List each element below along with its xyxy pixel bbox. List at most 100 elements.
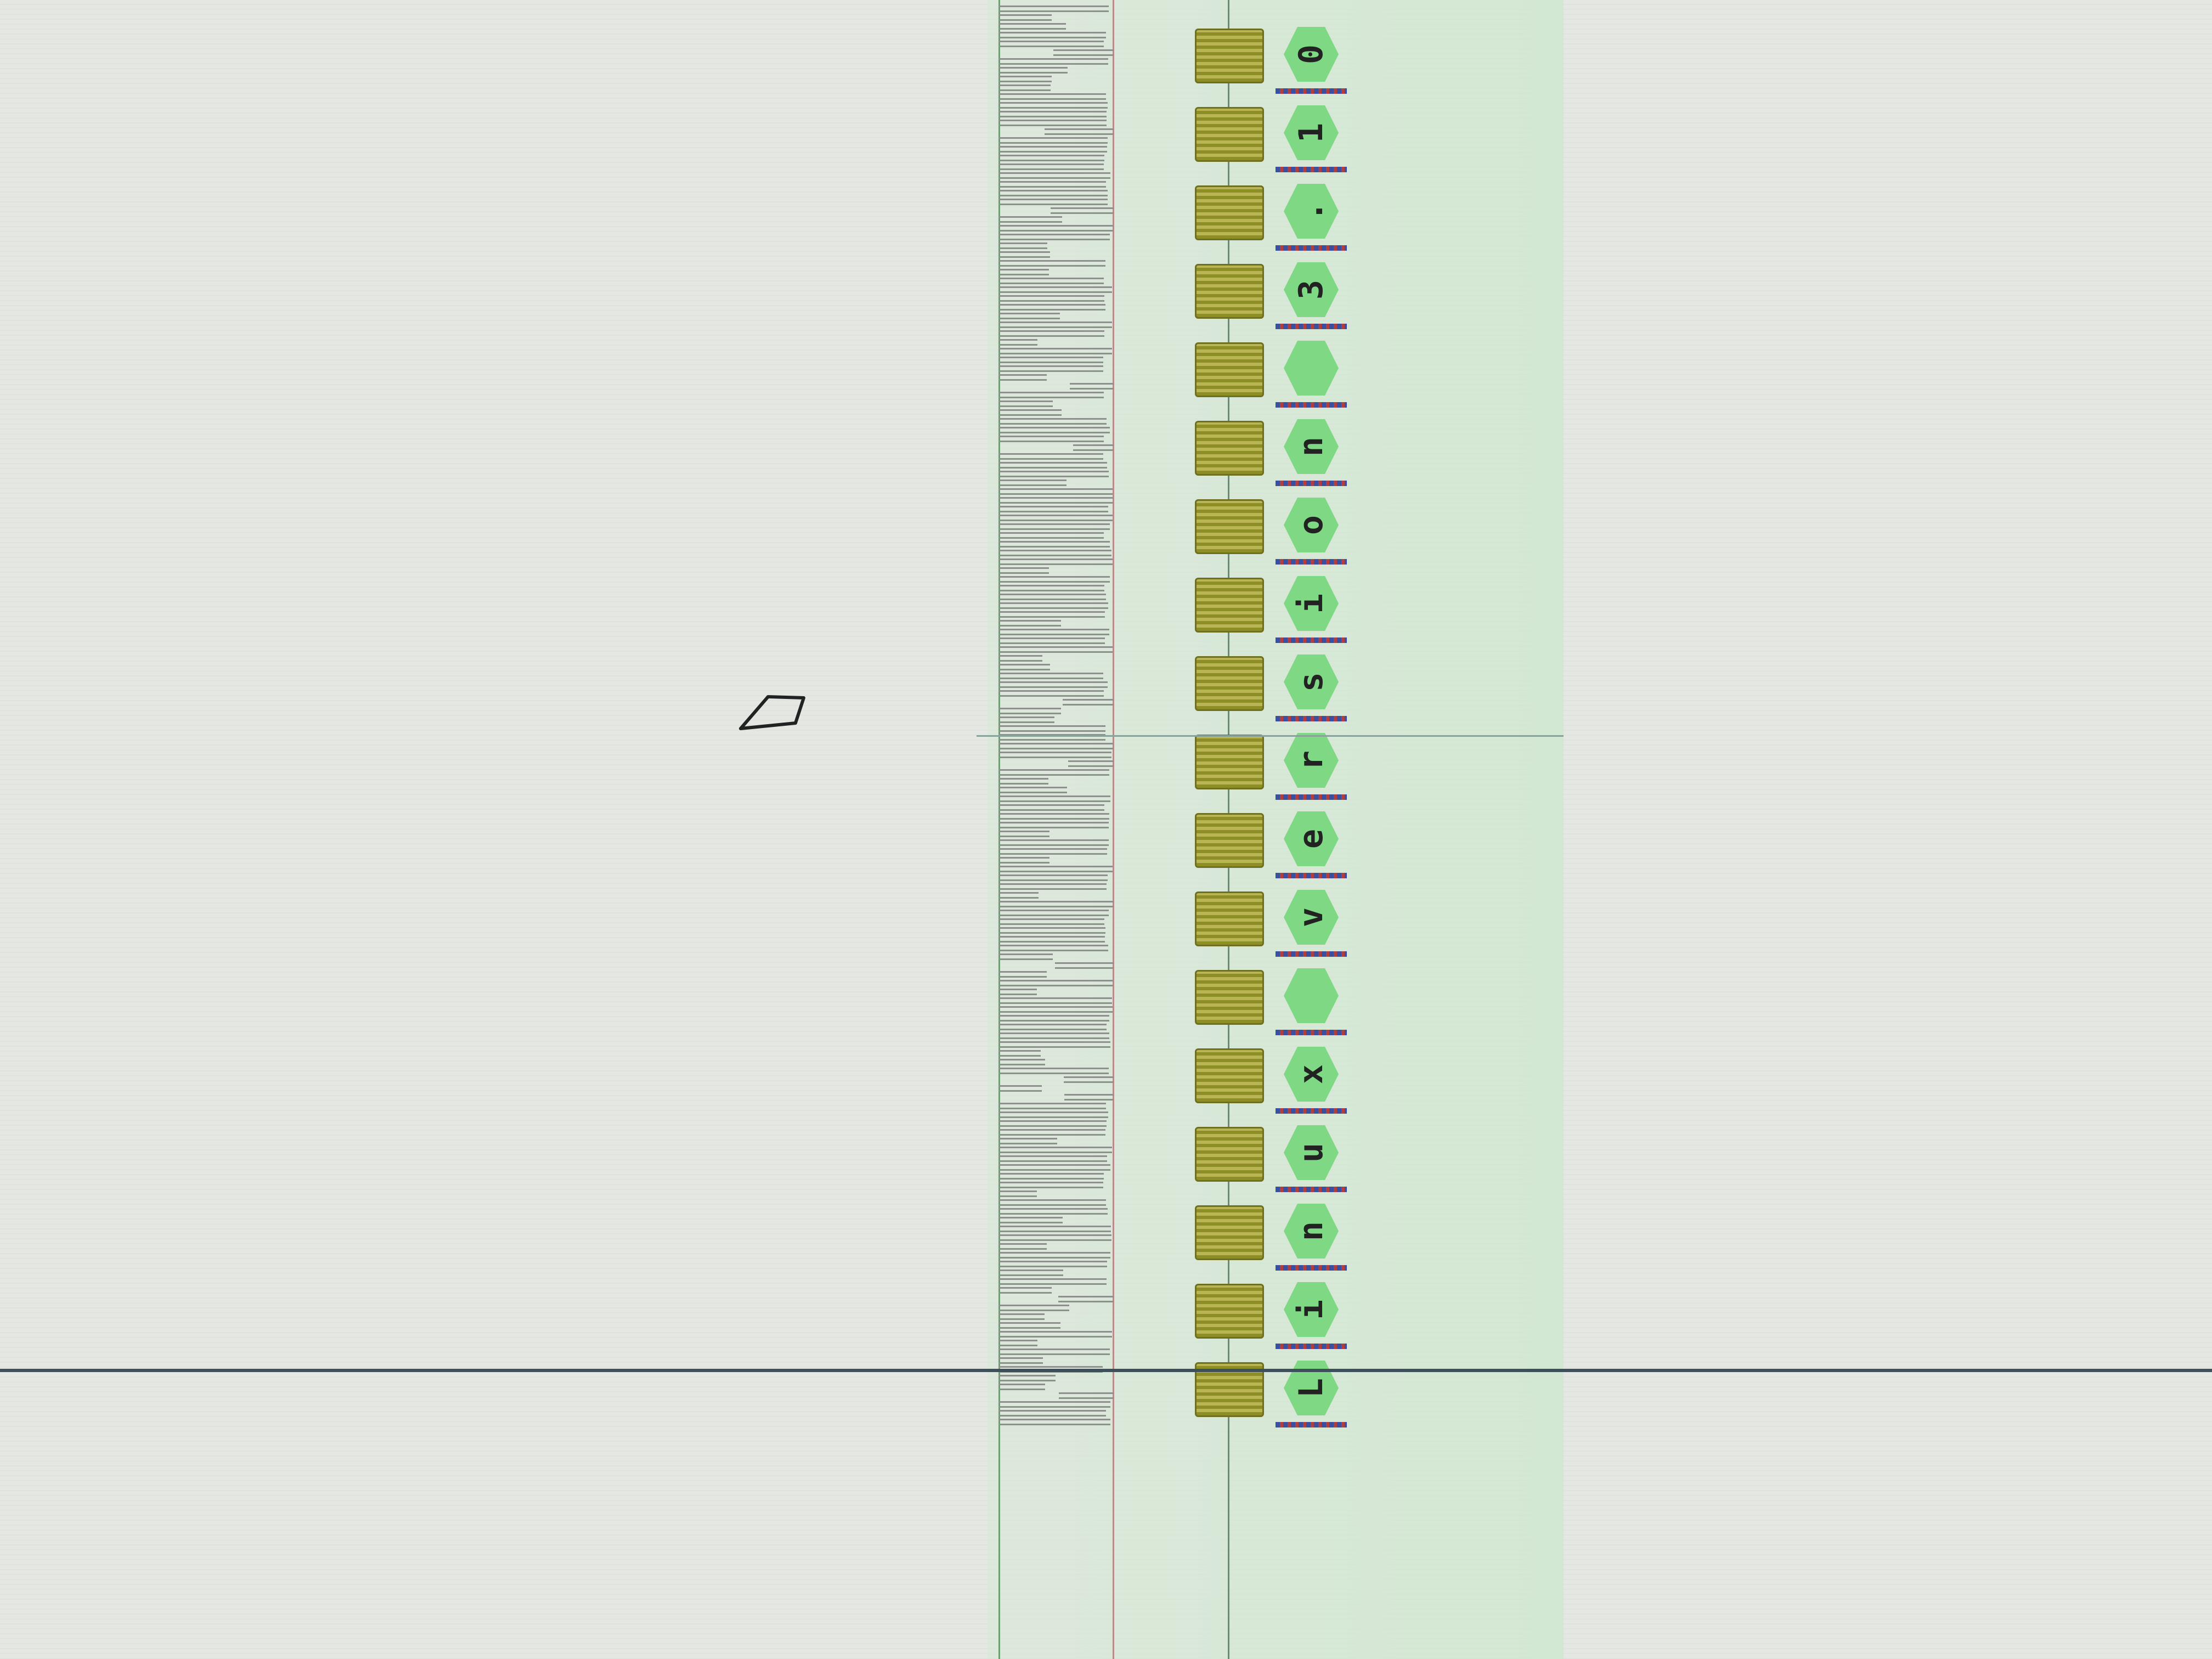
byte-frame[interactable]	[1195, 970, 1264, 1025]
signal-pulse	[998, 76, 1052, 82]
decoded-char-label: 3	[1292, 279, 1330, 300]
measurement-cursor-line[interactable]	[0, 1369, 2212, 1372]
decoded-char[interactable]: o	[1281, 495, 1341, 555]
byte-frame[interactable]	[1195, 421, 1264, 476]
frame-separator	[1276, 245, 1347, 251]
signal-pulse	[998, 1375, 1056, 1381]
decoded-char-label: i	[1292, 1299, 1330, 1320]
byte-frame[interactable]	[1195, 264, 1264, 319]
frame-separator	[1276, 1344, 1347, 1349]
decoded-char[interactable]: r	[1281, 730, 1341, 791]
decoded-char[interactable]: i	[1281, 1279, 1341, 1340]
signal-pulse	[998, 690, 1104, 697]
decoded-char-label: u	[1292, 1142, 1330, 1163]
signal-pulse	[998, 585, 1105, 591]
byte-frame[interactable]	[1195, 1048, 1264, 1103]
decoded-char-marker: i	[1284, 576, 1339, 631]
signal-pulse	[998, 1384, 1046, 1390]
byte-frame[interactable]	[1195, 185, 1264, 240]
decoded-char[interactable]: x	[1281, 1044, 1341, 1104]
decoded-char[interactable]: .	[1281, 181, 1341, 241]
signal-pulse	[1063, 1076, 1114, 1083]
signal-pulse	[998, 646, 1113, 653]
frame-separator	[1276, 1108, 1347, 1114]
byte-frame[interactable]	[1195, 342, 1264, 397]
byte-frame[interactable]	[1195, 891, 1264, 946]
signal-pulse	[998, 664, 1051, 670]
decoded-char[interactable]: 3	[1281, 259, 1341, 320]
signal-pulse	[998, 1190, 1037, 1197]
byte-frame[interactable]	[1195, 656, 1264, 711]
decoded-char[interactable]: e	[1281, 809, 1341, 869]
signal-pulse	[998, 339, 1038, 346]
signal-pulse	[998, 506, 1108, 512]
decoded-char-label: e	[1292, 828, 1330, 849]
frame-separator	[1276, 1030, 1347, 1035]
byte-frame[interactable]	[1195, 499, 1264, 554]
byte-frame[interactable]	[1195, 578, 1264, 633]
signal-pulse	[998, 374, 1047, 381]
signal-pulse	[998, 1269, 1063, 1276]
byte-frame[interactable]	[1195, 1127, 1264, 1182]
signal-pulse	[998, 1024, 1107, 1030]
decoded-char[interactable]: s	[1281, 652, 1341, 712]
decoded-char-marker: .	[1284, 184, 1339, 239]
frame-separator	[1276, 1265, 1347, 1271]
signal-pulse	[998, 251, 1050, 258]
signal-pulse	[998, 427, 1110, 433]
decoded-char[interactable]	[1281, 966, 1341, 1026]
time-cursor-horizontal-marker[interactable]	[977, 735, 1564, 737]
signal-pulse	[998, 1305, 1069, 1311]
signal-pulse	[998, 1173, 1104, 1180]
byte-frame[interactable]	[1195, 107, 1264, 162]
signal-pulse	[998, 839, 1109, 846]
frame-separator	[1276, 794, 1347, 800]
decoded-char[interactable]: i	[1281, 573, 1341, 634]
signal-pulse	[998, 1182, 1104, 1188]
signal-pulse	[998, 804, 1104, 811]
byte-frame[interactable]	[1195, 1205, 1264, 1260]
byte-frame[interactable]	[1195, 813, 1264, 868]
signal-pulse	[998, 278, 1104, 284]
decoded-char-marker: v	[1284, 890, 1339, 945]
decoded-char[interactable]: 1	[1281, 103, 1341, 163]
byte-frame[interactable]	[1195, 29, 1264, 83]
signal-pulse	[998, 102, 1108, 109]
signal-pulse	[998, 989, 1037, 995]
signal-pulse	[1073, 444, 1114, 451]
decoded-char[interactable]: v	[1281, 887, 1341, 947]
decoded-char[interactable]: n	[1281, 1201, 1341, 1261]
signal-pulse	[998, 304, 1106, 311]
signal-pulse	[998, 453, 1103, 460]
signal-pulse	[998, 172, 1110, 179]
decoded-char[interactable]: L	[1281, 1358, 1341, 1418]
signal-pulse	[998, 910, 1109, 916]
decoded-char[interactable]: 0	[1281, 24, 1341, 84]
byte-frame[interactable]	[1195, 1284, 1264, 1339]
decoded-char-label: 0	[1292, 44, 1330, 65]
digital-signal-trace[interactable]	[998, 0, 1119, 1659]
frame-separator	[1276, 873, 1347, 878]
signal-pulse	[998, 848, 1107, 855]
signal-pulse	[1058, 1296, 1114, 1302]
signal-pulse	[998, 532, 1104, 539]
signal-pulse	[998, 681, 1108, 688]
decoded-char[interactable]: n	[1281, 416, 1341, 477]
signal-pulse	[998, 93, 1106, 100]
signal-pulse	[998, 594, 1107, 600]
decoded-char[interactable]	[1281, 338, 1341, 398]
signal-pulse	[998, 997, 1112, 1004]
signal-pulse	[998, 330, 1105, 337]
signal-pulse	[998, 1234, 1111, 1241]
byte-frame[interactable]	[1195, 735, 1264, 789]
signal-pulse	[998, 163, 1104, 170]
signal-pulse	[998, 716, 1055, 723]
decoded-char[interactable]: u	[1281, 1122, 1341, 1183]
signal-pulse	[998, 1041, 1111, 1048]
decoded-char-marker: r	[1284, 733, 1339, 788]
signal-pulse	[998, 32, 1106, 38]
signal-pulse	[998, 1059, 1046, 1065]
decoded-char-label: 1	[1292, 122, 1330, 143]
signal-pulse	[998, 769, 1109, 776]
signal-pulse	[998, 1015, 1110, 1022]
